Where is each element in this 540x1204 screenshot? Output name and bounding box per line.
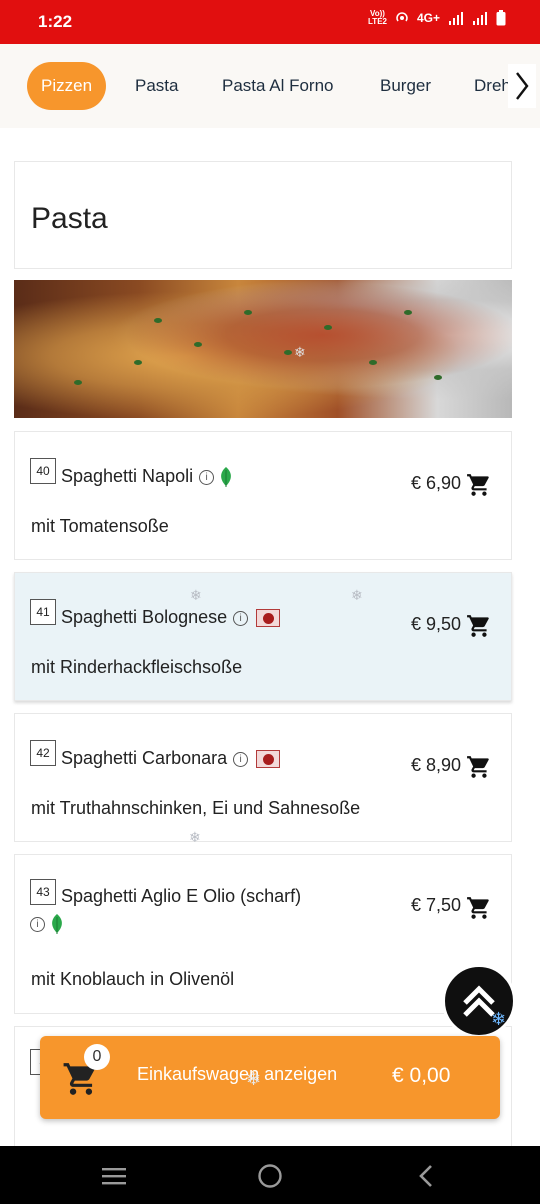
section-title: Pasta — [31, 202, 108, 235]
item-name-row: Spaghetti Bolognese i — [61, 607, 281, 628]
beef-icon — [256, 750, 281, 769]
item-price: € 6,90 — [411, 473, 462, 493]
cart-count-badge: 0 — [84, 1044, 110, 1070]
signal-icon — [449, 12, 463, 25]
menu-item[interactable]: 43 Spaghetti Aglio E Olio (scharf) i € 7… — [14, 854, 512, 1014]
category-tab-pasta-al-forno[interactable]: Pasta Al Forno — [222, 62, 334, 110]
pasta-banner-image — [14, 280, 512, 418]
item-number: 42 — [30, 740, 56, 766]
add-to-cart-icon[interactable] — [466, 895, 492, 921]
system-nav-bar — [0, 1146, 540, 1204]
category-tab-dreh[interactable]: Dreh — [474, 62, 511, 110]
vegetarian-leaf-icon — [221, 467, 231, 488]
item-name: Spaghetti Carbonara — [61, 748, 228, 768]
add-to-cart-icon[interactable] — [466, 472, 492, 498]
category-tab-pasta[interactable]: Pasta — [135, 62, 178, 110]
item-description: mit Truthahnschinken, Ei und Sahnesoße — [31, 798, 361, 818]
status-bar: 1:22 Vo)) LTE2 4G+ — [0, 0, 540, 44]
item-description: mit Rinderhackfleischsoße — [31, 657, 243, 677]
recent-apps-button[interactable] — [100, 1162, 128, 1190]
view-cart-button[interactable]: 0 Einkaufswagen anzeigen € 0,00 ❄ — [40, 1036, 500, 1119]
item-name: Spaghetti Napoli — [61, 466, 194, 486]
item-name: Spaghetti Bolognese — [61, 607, 228, 627]
item-name-row: Spaghetti Carbonara i — [61, 748, 281, 769]
snowflake-icon: ❄ — [189, 829, 201, 845]
menu-lines-icon — [102, 1168, 126, 1185]
item-price: € 9,50 — [411, 614, 462, 634]
back-chevron-icon — [419, 1165, 432, 1187]
chevron-right-icon — [516, 72, 529, 100]
menu-item[interactable]: 40 Spaghetti Napoli i € 6,90 mit Tomatens… — [14, 431, 512, 560]
back-button[interactable] — [412, 1162, 440, 1190]
item-badges-row: i — [30, 913, 65, 935]
info-icon[interactable]: i — [233, 610, 249, 626]
item-name: Spaghetti Aglio E Olio (scharf) — [61, 886, 302, 906]
item-number: 43 — [30, 879, 56, 905]
category-bar: Pizzen Pasta Pasta Al Forno Burger Dreh — [0, 44, 540, 128]
item-number: 41 — [30, 599, 56, 625]
info-icon[interactable]: i — [199, 469, 215, 485]
category-tab-pizzen[interactable]: Pizzen — [27, 62, 107, 110]
battery-icon — [496, 10, 506, 26]
item-name-row: Spaghetti Napoli i — [61, 466, 234, 488]
beef-icon — [256, 609, 281, 628]
menu-item[interactable]: 42 Spaghetti Carbonara i € 8,90 mit Truth… — [14, 713, 512, 842]
snowflake-icon: ❄ — [294, 344, 306, 360]
item-price: € 7,50 — [411, 895, 462, 915]
snowflake-icon: ❄ — [246, 1069, 262, 1089]
status-time: 1:22 — [38, 12, 73, 31]
category-tab-burger[interactable]: Burger — [380, 62, 431, 110]
menu-item[interactable]: 41 Spaghetti Bolognese i € 9,50 mit Rinde… — [14, 572, 512, 701]
cart-total: € 0,00 — [392, 1064, 451, 1087]
cart-label: Einkaufswagen anzeigen — [137, 1064, 338, 1084]
vegetarian-leaf-icon — [52, 914, 62, 934]
signal-icon-2 — [473, 12, 487, 25]
snowflake-icon: ❄ — [190, 587, 202, 603]
section-header: Pasta — [14, 161, 512, 269]
status-icons: Vo)) LTE2 4G+ — [368, 10, 506, 26]
category-next-button[interactable] — [508, 64, 536, 108]
snowflake-icon: ❄ — [351, 587, 363, 603]
snowflake-icon: ❄ — [491, 1009, 507, 1029]
item-description: mit Knoblauch in Olivenöl — [31, 969, 235, 989]
add-to-cart-icon[interactable] — [466, 613, 492, 639]
hotspot-icon — [396, 12, 408, 22]
item-description: mit Tomatensoße — [31, 516, 169, 536]
volte-indicator: Vo)) LTE2 — [368, 9, 387, 26]
item-number: 40 — [30, 458, 56, 484]
info-icon[interactable]: i — [30, 916, 45, 932]
info-icon[interactable]: i — [233, 751, 249, 767]
home-circle-icon — [258, 1164, 282, 1188]
network-type-label: 4G+ — [416, 11, 440, 25]
add-to-cart-icon[interactable] — [466, 754, 492, 780]
item-price: € 8,90 — [411, 755, 462, 775]
home-button[interactable] — [256, 1162, 284, 1190]
scroll-to-top-button[interactable]: ❄ — [442, 964, 516, 1038]
